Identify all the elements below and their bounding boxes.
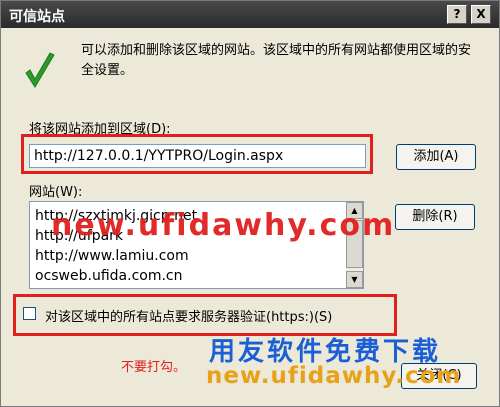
remove-button[interactable]: 删除(R)	[395, 204, 475, 230]
trusted-sites-dialog: 可信站点 ? X 可以添加和删除该区域的网站。该区域中的所有网站都使用区域的安全…	[0, 0, 500, 407]
title-bar[interactable]: 可信站点 ? X	[1, 1, 499, 28]
highlight-box-url	[21, 134, 373, 174]
help-button[interactable]: ?	[447, 5, 467, 24]
green-checkmark-icon	[25, 52, 55, 88]
dialog-description: 可以添加和删除该区域的网站。该区域中的所有网站都使用区域的安全设置。	[81, 43, 472, 78]
watermark-url: new.ufidawhy.com	[51, 208, 396, 243]
https-checkbox[interactable]	[23, 307, 36, 320]
websites-label: 网站(W):	[29, 185, 83, 200]
dialog-title: 可信站点	[9, 9, 65, 25]
add-button[interactable]: 添加(A)	[396, 144, 476, 170]
list-item[interactable]: ocsweb.ufida.com.cn	[35, 266, 345, 286]
annotation-note: 不要打勾。	[121, 360, 187, 375]
https-option-label[interactable]: 对该区域中的所有站点要求服务器验证(https:)(S)	[45, 306, 332, 325]
scroll-down-icon[interactable]: ▼	[346, 271, 363, 288]
watermark-url-bottom: new.ufidawhy.com	[206, 363, 462, 389]
title-close-button[interactable]: X	[471, 5, 491, 24]
list-item[interactable]: http://www.lamiu.com	[35, 246, 345, 266]
